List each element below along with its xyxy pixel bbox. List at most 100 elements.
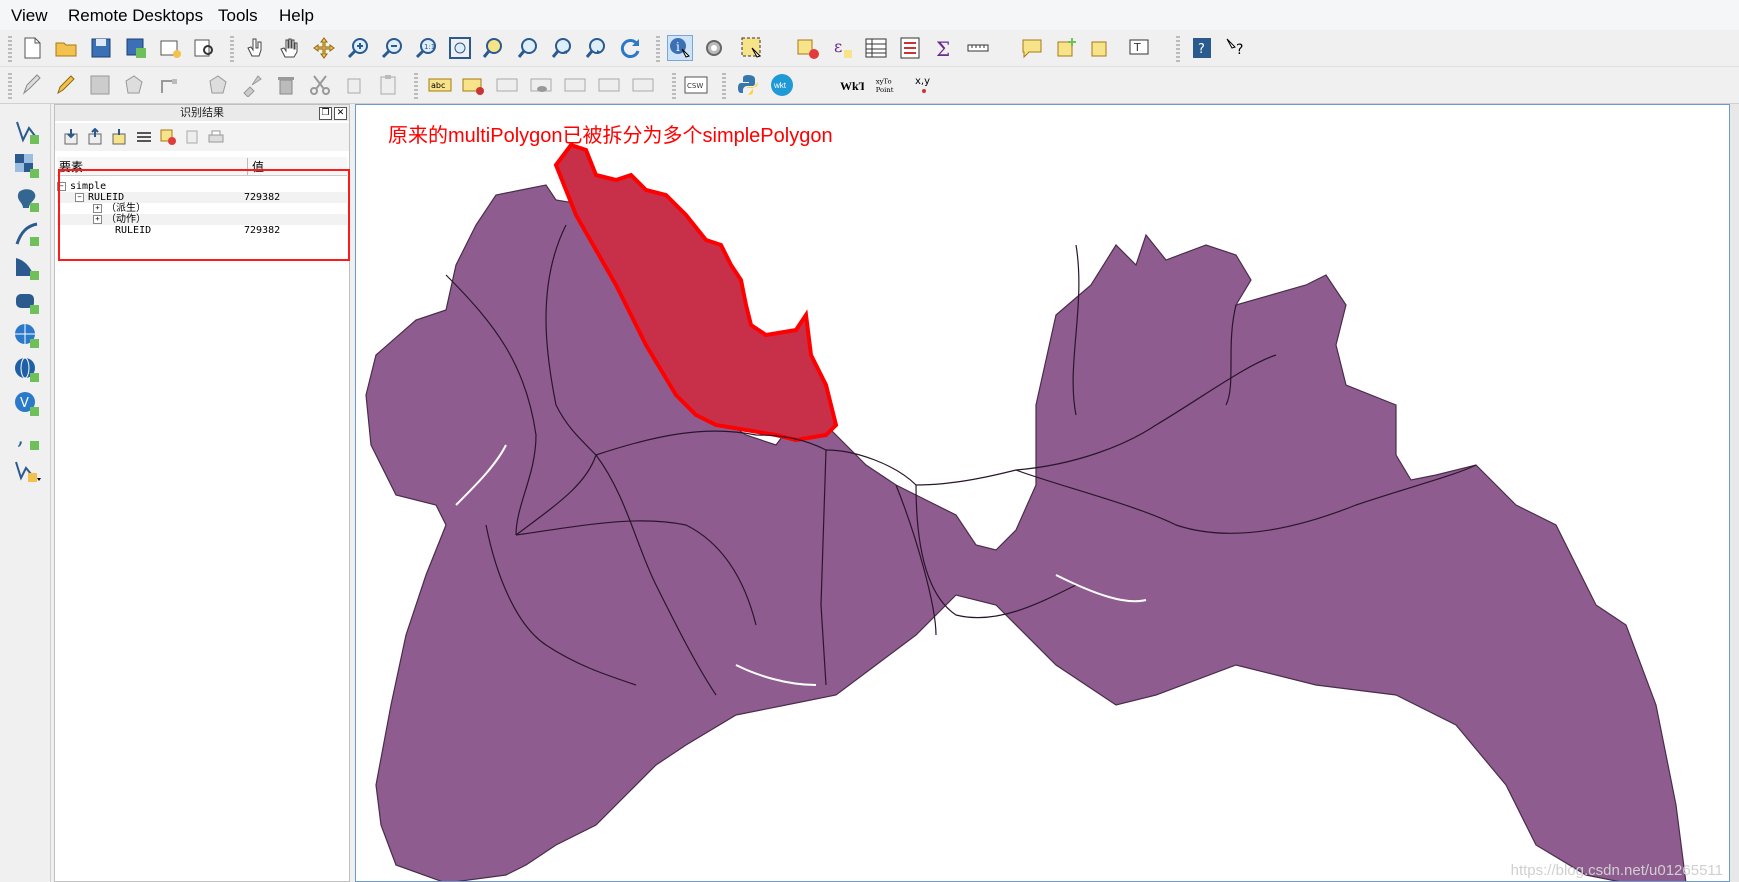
- add-wms-layer-icon[interactable]: [13, 322, 41, 350]
- statistics-icon[interactable]: Σ: [932, 36, 956, 60]
- collapse-tree-icon[interactable]: [87, 127, 105, 146]
- add-vector-layer-icon[interactable]: [13, 118, 41, 146]
- svg-text:T: T: [1133, 41, 1141, 54]
- xy-coordinate-icon[interactable]: x,y: [912, 73, 936, 97]
- zoom-out-icon[interactable]: [380, 36, 404, 60]
- csw-icon[interactable]: CSW: [684, 73, 708, 97]
- paste-features-icon[interactable]: [376, 73, 400, 97]
- refresh-icon[interactable]: [618, 36, 642, 60]
- toolbar-grip[interactable]: [230, 36, 234, 62]
- save-edits-icon[interactable]: [88, 73, 112, 97]
- svg-text:?: ?: [1198, 42, 1205, 57]
- toolbar-grip[interactable]: [722, 73, 726, 99]
- toolbar-grip[interactable]: [656, 36, 660, 62]
- save-project-icon[interactable]: [89, 36, 113, 60]
- wkt-plugin-icon[interactable]: wkt: [770, 73, 794, 97]
- copy-features-icon[interactable]: [342, 73, 366, 97]
- identify-toolbar: [55, 123, 349, 151]
- add-mssql-layer-icon[interactable]: [13, 288, 41, 316]
- rotate-label-icon[interactable]: [598, 73, 622, 97]
- view-mode-icon[interactable]: [135, 128, 153, 146]
- add-polygon-icon[interactable]: [122, 73, 146, 97]
- add-wfs-layer-icon[interactable]: [13, 254, 41, 282]
- add-virtual-layer-icon[interactable]: V: [13, 390, 41, 418]
- toolbar-grip[interactable]: [8, 36, 12, 62]
- toolbar-main: 1:1 i ε Σ T ? ?: [0, 30, 1739, 67]
- expand-new-results-icon[interactable]: [111, 128, 129, 146]
- select-by-expression-icon[interactable]: ε: [830, 36, 854, 60]
- change-label-icon[interactable]: [632, 73, 656, 97]
- map-canvas[interactable]: 原来的multiPolygon已被拆分为多个simplePolygon http…: [355, 104, 1730, 882]
- watermark-text: https://blog.csdn.net/u01265511: [1510, 862, 1723, 879]
- help-contents-icon[interactable]: ?: [1190, 36, 1214, 60]
- show-bookmarks-icon[interactable]: [1088, 36, 1112, 60]
- identify-features-icon[interactable]: i: [667, 35, 693, 61]
- toolbar-grip[interactable]: [672, 73, 676, 99]
- add-wcs-layer-icon[interactable]: [13, 356, 41, 384]
- svg-text:Point: Point: [876, 86, 894, 94]
- zoom-next-icon[interactable]: [584, 36, 608, 60]
- move-feature-icon[interactable]: [206, 73, 230, 97]
- zoom-to-selection-icon[interactable]: [482, 36, 506, 60]
- field-calculator-icon[interactable]: [898, 36, 922, 60]
- whats-this-icon[interactable]: ?: [1224, 36, 1248, 60]
- copy-feature-icon[interactable]: [183, 128, 201, 146]
- cut-features-icon[interactable]: [308, 73, 332, 97]
- add-postgis-layer-icon[interactable]: [13, 186, 41, 214]
- new-bookmark-icon[interactable]: [1054, 36, 1078, 60]
- add-spatialite-layer-icon[interactable]: [13, 220, 41, 248]
- select-features-icon[interactable]: [740, 36, 764, 60]
- save-as-icon[interactable]: [124, 36, 148, 60]
- toolbar-grip[interactable]: [414, 73, 418, 99]
- preview-labels-icon[interactable]: [530, 73, 554, 97]
- toolbar-grip[interactable]: [8, 73, 12, 99]
- map-layer-polygons[interactable]: [356, 105, 1730, 882]
- right-scroll-strip[interactable]: [1730, 104, 1739, 882]
- close-panel-icon[interactable]: ✕: [334, 107, 347, 120]
- layout-manager-icon[interactable]: [192, 36, 216, 60]
- pan-map-icon[interactable]: [278, 36, 302, 60]
- modify-attributes-icon[interactable]: [240, 73, 264, 97]
- svg-text:abc: abc: [431, 81, 445, 90]
- new-layer-icon[interactable]: [13, 458, 41, 486]
- wkt-import-icon[interactable]: WkT: [840, 73, 864, 97]
- delete-selected-icon[interactable]: [274, 73, 298, 97]
- zoom-full-icon[interactable]: [448, 36, 472, 60]
- current-edits-icon[interactable]: [20, 73, 44, 97]
- vertex-tool-icon[interactable]: [158, 73, 182, 97]
- add-raster-layer-icon[interactable]: [13, 152, 41, 180]
- zoom-in-icon[interactable]: [346, 36, 370, 60]
- toggle-editing-icon[interactable]: [54, 73, 78, 97]
- zoom-to-layer-icon[interactable]: [516, 36, 540, 60]
- menu-remote-desktops[interactable]: Remote Desktops: [68, 6, 203, 26]
- zoom-native-icon[interactable]: 1:1: [414, 36, 438, 60]
- float-panel-icon[interactable]: ❐: [319, 107, 332, 120]
- move-label-icon[interactable]: [564, 73, 588, 97]
- new-project-icon[interactable]: [20, 36, 44, 60]
- pan-to-selection-icon[interactable]: [312, 36, 336, 60]
- clear-results-icon[interactable]: [159, 128, 177, 146]
- toolbar-grip[interactable]: [1176, 36, 1180, 62]
- measure-line-icon[interactable]: [966, 36, 990, 60]
- add-delimited-text-icon[interactable]: ,: [13, 424, 41, 452]
- expand-tree-icon[interactable]: [63, 128, 81, 146]
- map-tips-icon[interactable]: [1020, 36, 1044, 60]
- menu-help[interactable]: Help: [279, 6, 314, 26]
- layer-labeling-icon[interactable]: abc: [428, 73, 452, 97]
- new-print-layout-icon[interactable]: [158, 36, 182, 60]
- pin-labels-icon[interactable]: [462, 73, 486, 97]
- menu-tools[interactable]: Tools: [218, 6, 258, 26]
- touch-zoom-icon[interactable]: [244, 36, 268, 60]
- run-feature-action-icon[interactable]: [702, 36, 726, 60]
- xyto-point-icon[interactable]: xyTo Point: [874, 73, 902, 97]
- region-polygon[interactable]: [365, 184, 1687, 882]
- open-project-icon[interactable]: [54, 36, 78, 60]
- text-annotation-icon[interactable]: T: [1128, 36, 1152, 60]
- show-hide-labels-icon[interactable]: [496, 73, 520, 97]
- zoom-last-icon[interactable]: [550, 36, 574, 60]
- deselect-features-icon[interactable]: [796, 36, 820, 60]
- print-response-icon[interactable]: [207, 128, 225, 146]
- attribute-table-icon[interactable]: [864, 36, 888, 60]
- python-console-icon[interactable]: [736, 73, 760, 97]
- menu-view[interactable]: View: [11, 6, 48, 26]
